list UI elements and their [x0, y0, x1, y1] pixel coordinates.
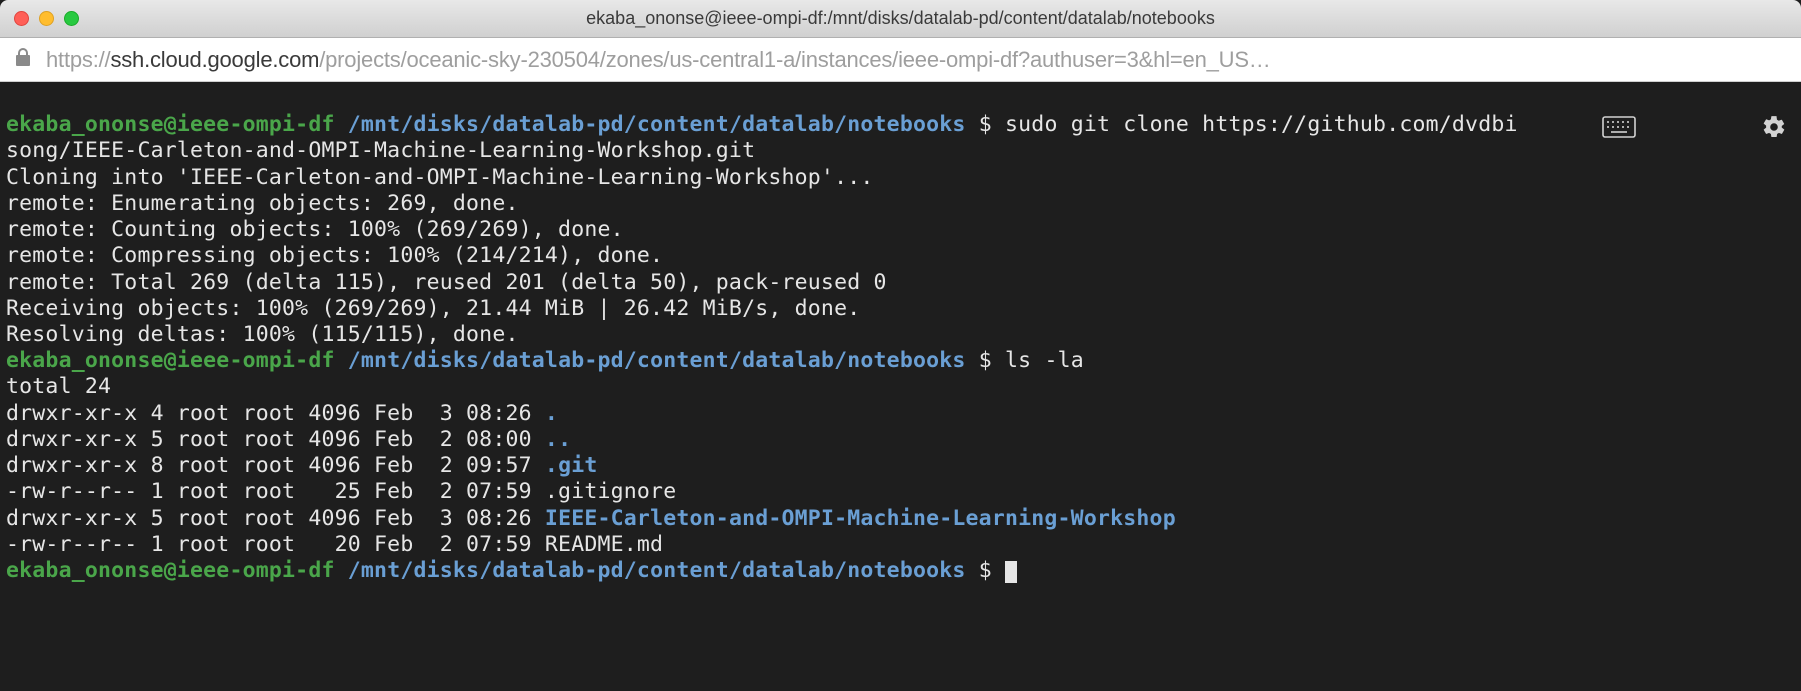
dir-link: IEEE-Carleton-and-OMPI-Machine-Learning-…	[545, 506, 1176, 531]
output-line: remote: Compressing objects: 100% (214/2…	[6, 243, 663, 268]
prompt-dollar: $	[979, 348, 992, 373]
titlebar: ekaba_ononse@ieee-ompi-df:/mnt/disks/dat…	[0, 0, 1801, 38]
prompt-user: ekaba_ononse@ieee-ompi-df	[6, 112, 335, 137]
prompt-dollar: $	[979, 558, 992, 583]
output-line: remote: Total 269 (delta 115), reused 20…	[6, 270, 887, 295]
ls-row: drwxr-xr-x 5 root root 4096 Feb 2 08:00	[6, 427, 545, 452]
ls-row: -rw-r--r-- 1 root root 20 Feb 2 07:59 RE…	[6, 532, 663, 557]
window-title: ekaba_ononse@ieee-ompi-df:/mnt/disks/dat…	[12, 8, 1789, 29]
output-line: Resolving deltas: 100% (115/115), done.	[6, 322, 519, 347]
output-line: total 24	[6, 374, 111, 399]
lock-icon	[14, 47, 32, 72]
prompt-path: /mnt/disks/datalab-pd/content/datalab/no…	[348, 558, 966, 583]
dir-link: .	[545, 401, 558, 426]
terminal-toolbar	[1497, 88, 1787, 174]
url-scheme: https://	[46, 47, 110, 72]
ls-row: drwxr-xr-x 8 root root 4096 Feb 2 09:57	[6, 453, 545, 478]
prompt-user: ekaba_ononse@ieee-ompi-df	[6, 558, 335, 583]
output-line: Receiving objects: 100% (269/269), 21.44…	[6, 296, 860, 321]
url-text: https://ssh.cloud.google.com/projects/oc…	[46, 47, 1787, 73]
minimize-button[interactable]	[39, 11, 54, 26]
url-path: /projects/oceanic-sky-230504/zones/us-ce…	[319, 47, 1270, 72]
ls-row: -rw-r--r-- 1 root root 25 Feb 2 07:59 .g…	[6, 479, 676, 504]
output-line: remote: Counting objects: 100% (269/269)…	[6, 217, 624, 242]
output-line: remote: Enumerating objects: 269, done.	[6, 191, 519, 216]
prompt-path: /mnt/disks/datalab-pd/content/datalab/no…	[348, 348, 966, 373]
keyboard-icon[interactable]	[1497, 90, 1636, 172]
ls-row: drwxr-xr-x 5 root root 4096 Feb 3 08:26	[6, 506, 545, 531]
prompt-user: ekaba_ononse@ieee-ompi-df	[6, 348, 335, 373]
dir-link: ..	[545, 427, 571, 452]
maximize-button[interactable]	[64, 11, 79, 26]
address-bar[interactable]: https://ssh.cloud.google.com/projects/oc…	[0, 38, 1801, 82]
prompt-path: /mnt/disks/datalab-pd/content/datalab/no…	[348, 112, 966, 137]
ls-row: drwxr-xr-x 4 root root 4096 Feb 3 08:26	[6, 401, 545, 426]
window: ekaba_ononse@ieee-ompi-df:/mnt/disks/dat…	[0, 0, 1801, 691]
command-text-wrap: song/IEEE-Carleton-and-OMPI-Machine-Lear…	[6, 138, 755, 163]
terminal[interactable]: ekaba_ononse@ieee-ompi-df /mnt/disks/dat…	[0, 82, 1801, 691]
dir-link: .git	[545, 453, 598, 478]
cursor	[1005, 561, 1017, 583]
url-host: ssh.cloud.google.com	[110, 47, 319, 72]
close-button[interactable]	[14, 11, 29, 26]
traffic-lights	[14, 11, 79, 26]
prompt-dollar: $	[979, 112, 992, 137]
output-line: Cloning into 'IEEE-Carleton-and-OMPI-Mac…	[6, 165, 874, 190]
command-text: sudo git clone https://github.com/dvdbi	[1005, 112, 1518, 137]
gear-icon[interactable]	[1656, 88, 1787, 174]
command-text: ls -la	[1005, 348, 1084, 373]
